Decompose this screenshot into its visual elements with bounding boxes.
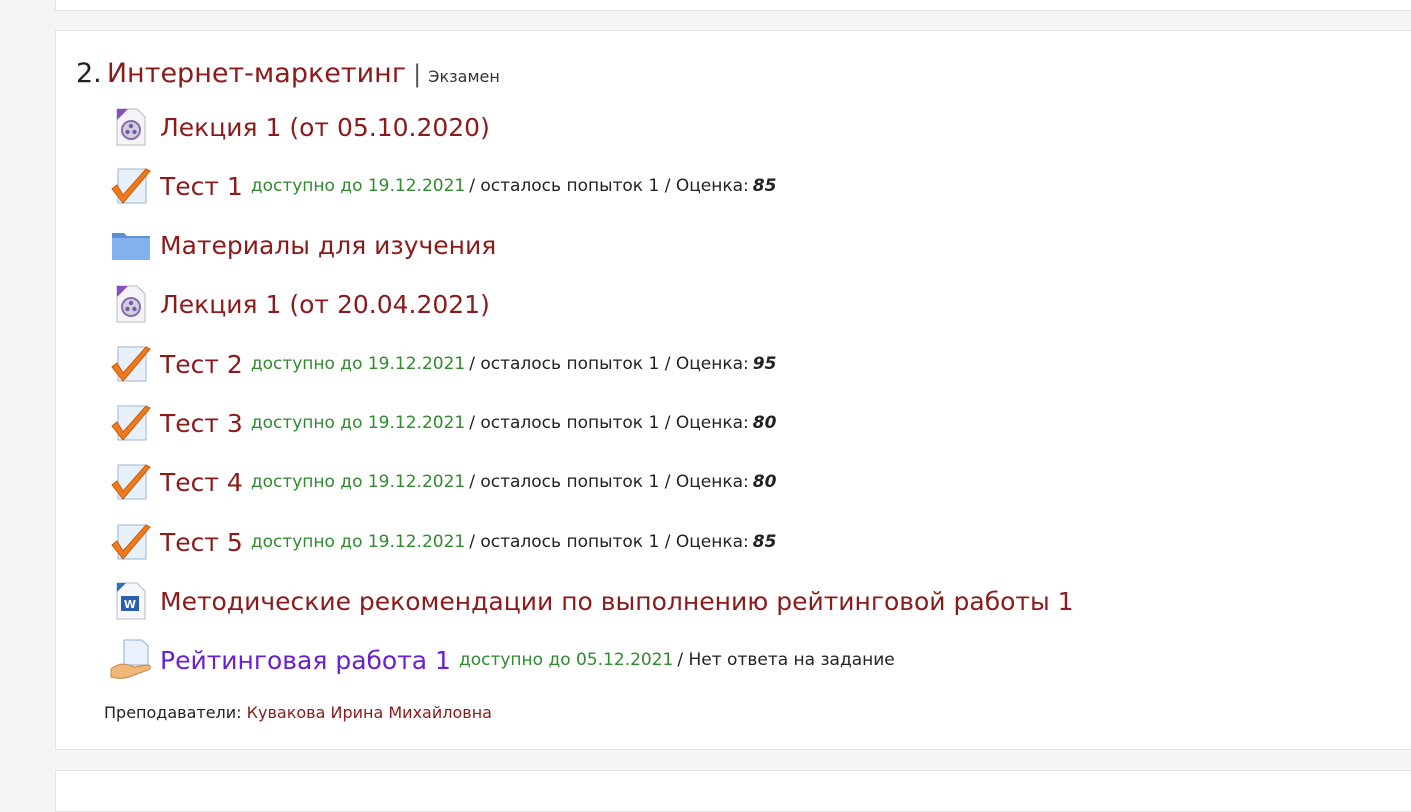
previous-course-card [55, 0, 1411, 11]
activity-name[interactable]: Тест 4 [160, 468, 243, 497]
activity-name[interactable]: Тест 1 [160, 172, 243, 201]
teachers-label: Преподаватели: [104, 703, 242, 722]
quiz-check-icon [108, 400, 154, 446]
quiz-check-icon [108, 519, 154, 565]
attempts-info: / осталось попыток 1 / Оценка: [469, 532, 749, 552]
activity-rating-assignment[interactable]: Рейтинговая работа 1 доступно до 05.12.2… [108, 638, 895, 682]
teacher-name-link[interactable]: Кувакова Ирина Михайловна [247, 703, 492, 722]
folder-icon [108, 222, 154, 268]
svg-text:W: W [124, 598, 136, 611]
grade-value: 80 [752, 472, 777, 492]
availability-date: доступно до 05.12.2021 [458, 650, 674, 670]
activity-test-2[interactable]: Тест 2 доступно до 19.12.2021 / осталось… [108, 342, 776, 386]
exam-label: Экзамен [428, 67, 500, 86]
activity-name[interactable]: Рейтинговая работа 1 [160, 646, 451, 675]
availability-date: доступно до 19.12.2021 [250, 472, 466, 492]
activity-name[interactable]: Тест 2 [160, 350, 243, 379]
activity-lecture-2[interactable]: Лекция 1 (от 20.04.2021) [108, 282, 490, 326]
attempts-info: / осталось попыток 1 / Оценка: [469, 413, 749, 433]
activity-test-3[interactable]: Тест 3 доступно до 19.12.2021 / осталось… [108, 401, 776, 445]
video-lecture-icon [108, 104, 154, 150]
quiz-check-icon [108, 163, 154, 209]
attempts-info: / осталось попыток 1 / Оценка: [469, 354, 749, 374]
activity-name[interactable]: Лекция 1 (от 20.04.2021) [160, 290, 490, 319]
activity-name[interactable]: Тест 5 [160, 528, 243, 557]
activity-test-4[interactable]: Тест 4 доступно до 19.12.2021 / осталось… [108, 460, 776, 504]
availability-date: доступно до 19.12.2021 [250, 354, 466, 374]
availability-date: доступно до 19.12.2021 [250, 532, 466, 552]
video-lecture-icon [108, 281, 154, 327]
activity-name[interactable]: Тест 3 [160, 409, 243, 438]
activity-materials-folder[interactable]: Материалы для изучения [108, 223, 496, 267]
grade-value: 80 [752, 413, 777, 433]
grade-value: 95 [752, 354, 777, 374]
title-separator: | [413, 60, 422, 88]
quiz-check-icon [108, 459, 154, 505]
assignment-hand-icon [108, 637, 154, 683]
activity-test-5[interactable]: Тест 5 доступно до 19.12.2021 / осталось… [108, 520, 776, 564]
grade-value: 85 [752, 532, 777, 552]
activity-name[interactable]: Методические рекомендации по выполнению … [160, 587, 1074, 616]
activity-guidelines-document[interactable]: W Методические рекомендации по выполнени… [108, 579, 1074, 623]
course-card: 2. Интернет-маркетинг | Экзамен Лекция 1… [55, 30, 1411, 750]
activity-test-1[interactable]: Тест 1 доступно до 19.12.2021 / осталось… [108, 164, 776, 208]
attempts-info: / осталось попыток 1 / Оценка: [469, 176, 749, 196]
attempts-info: / осталось попыток 1 / Оценка: [469, 472, 749, 492]
activity-name[interactable]: Материалы для изучения [160, 231, 496, 260]
teachers-line: Преподаватели: Кувакова Ирина Михайловна [104, 703, 492, 722]
activity-name[interactable]: Лекция 1 (от 05.10.2020) [160, 113, 490, 142]
availability-date: доступно до 19.12.2021 [250, 413, 466, 433]
quiz-check-icon [108, 341, 154, 387]
course-heading: 2. Интернет-маркетинг | Экзамен [76, 58, 500, 89]
grade-value: 85 [752, 176, 777, 196]
course-title-link[interactable]: Интернет-маркетинг [107, 58, 406, 89]
activity-lecture-1[interactable]: Лекция 1 (от 05.10.2020) [108, 105, 490, 149]
course-number: 2. [76, 58, 102, 89]
submission-status: / Нет ответа на задание [677, 650, 895, 670]
next-course-card [55, 770, 1411, 812]
word-document-icon: W [108, 578, 154, 624]
availability-date: доступно до 19.12.2021 [250, 176, 466, 196]
